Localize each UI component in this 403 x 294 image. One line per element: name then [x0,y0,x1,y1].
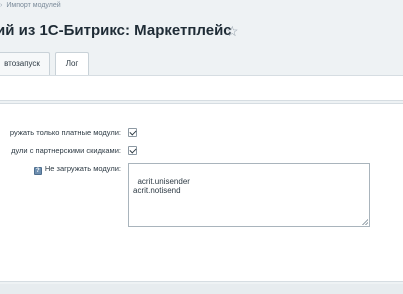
paid-only-label: ружать только платные модули: [9,128,121,137]
exclude-modules-label: Не загружать модули: [44,164,121,173]
help-icon[interactable]: ? [33,167,42,175]
resize-handle-icon[interactable] [362,219,368,225]
exclude-modules-row-label: ? Не загружать модули: [33,164,121,175]
footer-strip [0,284,403,294]
partner-discount-checkbox[interactable] [128,146,137,155]
breadcrumb-item-module-import[interactable]: Импорт модулей [6,2,60,9]
star-icon[interactable]: ☆ [226,24,239,38]
tab-log[interactable]: Лог [55,52,89,75]
tab-autoload[interactable]: втозапуск [0,52,50,75]
breadcrumb-separator: › [0,2,3,9]
exclude-modules-value: acrit.unisender acrit.notisend [133,177,190,195]
form-header-panel [0,75,403,101]
exclude-modules-textarea[interactable]: acrit.unisender acrit.notisend [128,163,370,227]
page-title: ий из 1С-Битрикс: Маркетплейс [0,22,232,39]
partner-discount-label: дули с партнерскими скидками: [11,146,121,155]
paid-only-checkbox[interactable] [128,128,137,137]
breadcrumb: › Импорт модулей [0,2,61,9]
